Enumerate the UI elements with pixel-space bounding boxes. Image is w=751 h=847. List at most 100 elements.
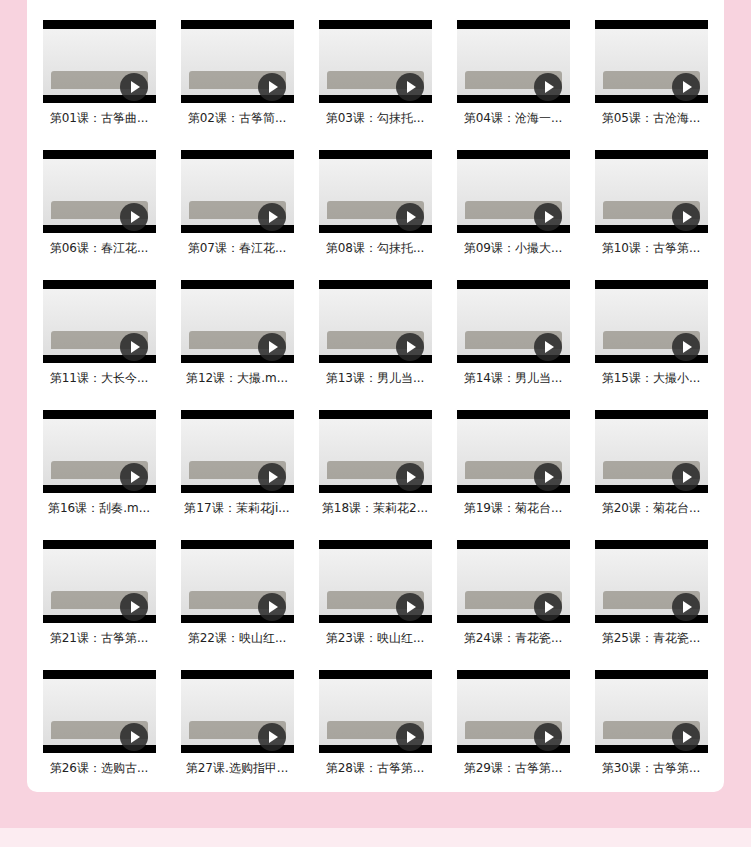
- lesson-title[interactable]: 第29课：古筝第...: [464, 760, 563, 776]
- lesson-item[interactable]: 第23课：映山红...: [306, 540, 444, 646]
- play-icon[interactable]: [258, 593, 286, 621]
- play-icon[interactable]: [396, 723, 424, 751]
- play-icon[interactable]: [396, 463, 424, 491]
- play-icon[interactable]: [120, 593, 148, 621]
- play-icon[interactable]: [396, 73, 424, 101]
- video-thumbnail[interactable]: [319, 280, 432, 363]
- play-icon[interactable]: [534, 73, 562, 101]
- lesson-item[interactable]: 第12课：大撮.m...: [168, 280, 306, 386]
- lesson-item[interactable]: 第21课：古筝第...: [30, 540, 168, 646]
- play-icon[interactable]: [534, 593, 562, 621]
- lesson-title[interactable]: 第19课：菊花台...: [464, 500, 563, 516]
- play-icon[interactable]: [258, 73, 286, 101]
- video-thumbnail[interactable]: [457, 20, 570, 103]
- lesson-title[interactable]: 第04课：沧海一...: [464, 110, 563, 126]
- video-thumbnail[interactable]: [181, 20, 294, 103]
- lesson-item[interactable]: 第01课：古筝曲...: [30, 20, 168, 126]
- lesson-title[interactable]: 第13课：男儿当...: [326, 370, 425, 386]
- lesson-item[interactable]: 第22课：映山红...: [168, 540, 306, 646]
- video-thumbnail[interactable]: [595, 670, 708, 753]
- lesson-title[interactable]: 第10课：古筝第...: [602, 240, 701, 256]
- lesson-item[interactable]: 第19课：菊花台...: [444, 410, 582, 516]
- lesson-item[interactable]: 第16课：刮奏.m...: [30, 410, 168, 516]
- lesson-title[interactable]: 第20课：菊花台...: [602, 500, 701, 516]
- lesson-item[interactable]: 第24课：青花瓷...: [444, 540, 582, 646]
- lesson-item[interactable]: 第05课：古沧海...: [582, 20, 720, 126]
- play-icon[interactable]: [396, 203, 424, 231]
- video-thumbnail[interactable]: [457, 280, 570, 363]
- lesson-item[interactable]: 第13课：男儿当...: [306, 280, 444, 386]
- video-thumbnail[interactable]: [43, 670, 156, 753]
- lesson-title[interactable]: 第14课：男儿当...: [464, 370, 563, 386]
- play-icon[interactable]: [120, 203, 148, 231]
- lesson-title[interactable]: 第21课：古筝第...: [50, 630, 149, 646]
- lesson-title[interactable]: 第26课：选购古...: [50, 760, 149, 776]
- lesson-title[interactable]: 第25课：青花瓷...: [602, 630, 701, 646]
- lesson-title[interactable]: 第11课：大长今...: [50, 370, 149, 386]
- lesson-item[interactable]: 第15课：大撮小...: [582, 280, 720, 386]
- play-icon[interactable]: [534, 333, 562, 361]
- video-thumbnail[interactable]: [319, 540, 432, 623]
- lesson-title[interactable]: 第01课：古筝曲...: [50, 110, 149, 126]
- lesson-item[interactable]: 第02课：古筝简...: [168, 20, 306, 126]
- play-icon[interactable]: [396, 593, 424, 621]
- lesson-item[interactable]: 第26课：选购古...: [30, 670, 168, 776]
- lesson-item[interactable]: 第09课：小撮大...: [444, 150, 582, 256]
- lesson-item[interactable]: 第20课：菊花台...: [582, 410, 720, 516]
- lesson-title[interactable]: 第22课：映山红...: [188, 630, 287, 646]
- lesson-title[interactable]: 第18课：茉莉花2...: [322, 500, 428, 516]
- lesson-item[interactable]: 第17课：茉莉花ji...: [168, 410, 306, 516]
- video-thumbnail[interactable]: [319, 150, 432, 233]
- play-icon[interactable]: [672, 723, 700, 751]
- lesson-title[interactable]: 第27课.选购指甲...: [186, 760, 289, 776]
- video-thumbnail[interactable]: [457, 670, 570, 753]
- play-icon[interactable]: [258, 203, 286, 231]
- play-icon[interactable]: [672, 333, 700, 361]
- lesson-item[interactable]: 第29课：古筝第...: [444, 670, 582, 776]
- lesson-title[interactable]: 第06课：春江花...: [50, 240, 149, 256]
- play-icon[interactable]: [120, 723, 148, 751]
- video-thumbnail[interactable]: [595, 410, 708, 493]
- lesson-item[interactable]: 第04课：沧海一...: [444, 20, 582, 126]
- lesson-title[interactable]: 第17课：茉莉花ji...: [184, 500, 289, 516]
- lesson-title[interactable]: 第05课：古沧海...: [602, 110, 701, 126]
- video-thumbnail[interactable]: [319, 20, 432, 103]
- video-thumbnail[interactable]: [181, 280, 294, 363]
- play-icon[interactable]: [120, 463, 148, 491]
- play-icon[interactable]: [396, 333, 424, 361]
- play-icon[interactable]: [258, 463, 286, 491]
- lesson-title[interactable]: 第07课：春江花...: [188, 240, 287, 256]
- video-thumbnail[interactable]: [43, 150, 156, 233]
- lesson-item[interactable]: 第08课：勾抹托...: [306, 150, 444, 256]
- video-thumbnail[interactable]: [457, 150, 570, 233]
- lesson-item[interactable]: 第27课.选购指甲...: [168, 670, 306, 776]
- lesson-item[interactable]: 第06课：春江花...: [30, 150, 168, 256]
- lesson-item[interactable]: 第30课：古筝第...: [582, 670, 720, 776]
- lesson-item[interactable]: 第28课：古筝第...: [306, 670, 444, 776]
- lesson-item[interactable]: 第11课：大长今...: [30, 280, 168, 386]
- video-thumbnail[interactable]: [457, 540, 570, 623]
- lesson-item[interactable]: 第10课：古筝第...: [582, 150, 720, 256]
- play-icon[interactable]: [258, 333, 286, 361]
- play-icon[interactable]: [534, 463, 562, 491]
- video-thumbnail[interactable]: [595, 150, 708, 233]
- video-thumbnail[interactable]: [595, 540, 708, 623]
- lesson-title[interactable]: 第28课：古筝第...: [326, 760, 425, 776]
- video-thumbnail[interactable]: [457, 410, 570, 493]
- lesson-title[interactable]: 第09课：小撮大...: [464, 240, 563, 256]
- video-thumbnail[interactable]: [43, 540, 156, 623]
- lesson-title[interactable]: 第12课：大撮.m...: [186, 370, 288, 386]
- video-thumbnail[interactable]: [43, 20, 156, 103]
- play-icon[interactable]: [534, 723, 562, 751]
- lesson-title[interactable]: 第30课：古筝第...: [602, 760, 701, 776]
- lesson-item[interactable]: 第03课：勾抹托...: [306, 20, 444, 126]
- play-icon[interactable]: [672, 203, 700, 231]
- video-thumbnail[interactable]: [319, 670, 432, 753]
- video-thumbnail[interactable]: [181, 410, 294, 493]
- lesson-item[interactable]: 第25课：青花瓷...: [582, 540, 720, 646]
- play-icon[interactable]: [534, 203, 562, 231]
- video-thumbnail[interactable]: [43, 280, 156, 363]
- play-icon[interactable]: [672, 73, 700, 101]
- video-thumbnail[interactable]: [595, 280, 708, 363]
- lesson-item[interactable]: 第14课：男儿当...: [444, 280, 582, 386]
